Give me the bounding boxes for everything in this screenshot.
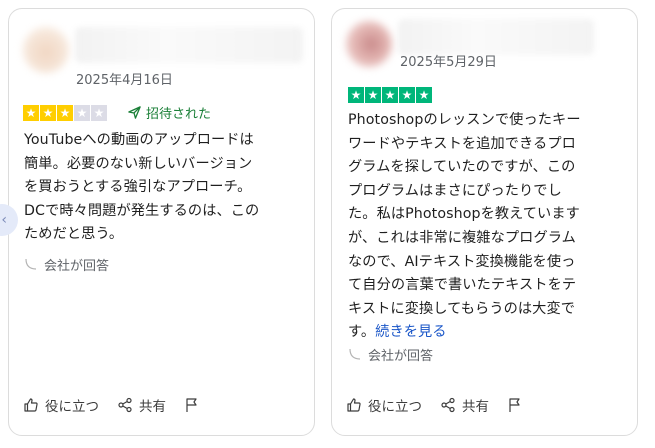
star-icon: ★ <box>23 105 39 121</box>
share-icon <box>118 397 132 413</box>
company-reply-label: 会社が回答 <box>368 349 434 364</box>
review-date: 2025年5月29日 <box>400 55 497 70</box>
reviewer-name-redacted <box>398 19 594 55</box>
avatar <box>23 27 69 73</box>
review-date: 2025年4月16日 <box>76 73 173 88</box>
review-text: YouTubeへの動画のアップロードは 簡単。必要のない新しいバージョン を買お… <box>24 129 312 247</box>
star-icon: ★ <box>348 87 364 103</box>
helpful-button[interactable]: 役に立つ <box>346 395 422 415</box>
helpful-label: 役に立つ <box>368 399 422 415</box>
share-label: 共有 <box>462 399 489 415</box>
review-actions: 役に立つ 共有 <box>23 395 200 415</box>
helpful-button[interactable]: 役に立つ <box>23 395 99 415</box>
thumbs-up-icon <box>24 398 38 412</box>
share-icon <box>441 397 455 413</box>
send-icon <box>128 106 141 119</box>
share-label: 共有 <box>139 399 166 415</box>
reviewer-name-redacted <box>75 27 303 63</box>
flag-icon <box>186 398 197 412</box>
review-body: YouTubeへの動画のアップロードは 簡単。必要のない新しいバージョン を買お… <box>24 132 260 243</box>
review-card: 2025年4月16日 ★ ★ ★ ★ ★ 招待された YouTubeへの動画のア… <box>8 8 315 436</box>
report-button[interactable] <box>184 397 200 413</box>
share-button[interactable]: 共有 <box>117 395 166 415</box>
report-button[interactable] <box>507 397 523 413</box>
star-icon: ★ <box>382 87 398 103</box>
invited-badge: 招待された <box>127 103 211 122</box>
share-button[interactable]: 共有 <box>440 395 489 415</box>
star-icon: ★ <box>365 87 381 103</box>
star-icon: ★ <box>57 105 73 121</box>
review-card: 2025年5月29日 ★ ★ ★ ★ ★ Photoshopのレッスンで使ったキ… <box>331 8 638 436</box>
company-reply[interactable]: 会社が回答 <box>24 255 109 274</box>
reply-curve-icon <box>349 348 361 360</box>
star-icon: ★ <box>74 105 90 121</box>
review-actions: 役に立つ 共有 <box>346 395 523 415</box>
company-reply[interactable]: 会社が回答 <box>348 345 433 364</box>
star-icon: ★ <box>91 105 107 121</box>
star-rating: ★ ★ ★ ★ ★ <box>23 105 107 121</box>
read-more-link[interactable]: 続きを見る <box>375 324 446 340</box>
star-icon: ★ <box>416 87 432 103</box>
flag-icon <box>509 398 520 412</box>
review-text: Photoshopのレッスンで使ったキー ワードやテキストを追加できるプロ グラ… <box>348 109 634 345</box>
star-icon: ★ <box>399 87 415 103</box>
star-rating: ★ ★ ★ ★ ★ <box>348 87 432 103</box>
company-reply-label: 会社が回答 <box>44 259 110 274</box>
review-body: Photoshopのレッスンで使ったキー ワードやテキストを追加できるプロ グラ… <box>348 112 581 341</box>
chevron-left-icon: ‹ <box>1 212 7 228</box>
star-icon: ★ <box>40 105 56 121</box>
helpful-label: 役に立つ <box>45 399 99 415</box>
thumbs-up-icon <box>347 398 361 412</box>
invited-label: 招待された <box>146 107 212 122</box>
avatar <box>346 21 392 67</box>
reply-curve-icon <box>25 258 37 270</box>
